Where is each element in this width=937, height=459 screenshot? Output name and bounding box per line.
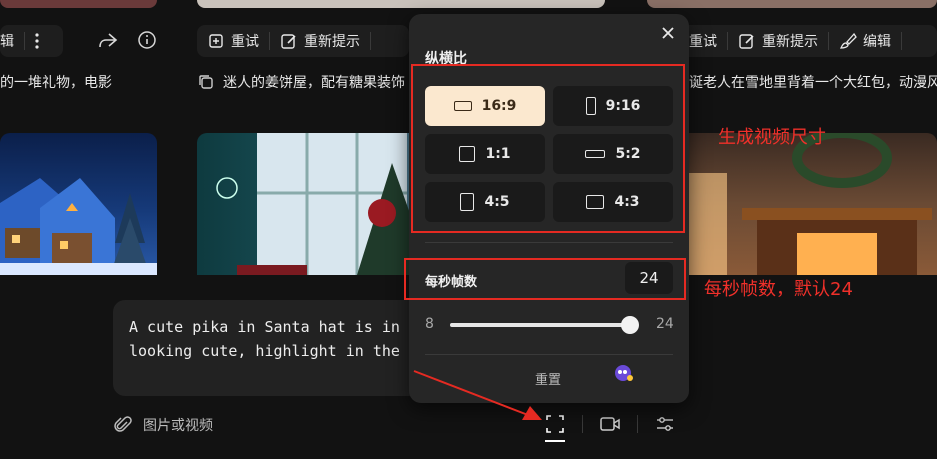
edit-icon — [738, 32, 756, 50]
tool-bar — [540, 411, 680, 437]
sliders-icon — [655, 415, 675, 433]
slider-min-label: 8 — [425, 316, 434, 332]
mid-card-caption: 迷人的姜饼屋，配有糖果装饰 — [197, 72, 405, 92]
mascot-icon — [612, 363, 634, 383]
close-button[interactable] — [657, 22, 679, 44]
left-card-image-top — [0, 0, 157, 8]
more-vertical-icon — [35, 33, 39, 49]
video-camera-icon — [599, 415, 621, 433]
fps-slider-thumb[interactable] — [621, 316, 639, 334]
snow-house-image[interactable] — [0, 133, 157, 275]
right-card-caption: 诞老人在雪地里背着一个大红包，动漫风 — [689, 75, 937, 91]
mid-card-image-top — [197, 0, 605, 8]
slider-max-label: 24 — [656, 316, 674, 332]
annotation-arrow — [413, 370, 542, 420]
left-card-actions: 辑 — [0, 25, 63, 57]
prompt-input[interactable]: A cute pika in Santa hat is in looking c… — [113, 300, 423, 396]
ratio-highlight-box — [411, 64, 685, 233]
right-reprompt-button[interactable]: 重新提示 — [728, 25, 828, 57]
right-card-actions: 重试 重新提示 编辑 — [667, 25, 937, 57]
share-icon[interactable] — [97, 30, 119, 50]
settings-button[interactable] — [650, 411, 680, 437]
left-card-caption: 的一堆礼物，电影 — [0, 75, 112, 91]
fps-slider-track[interactable] — [450, 323, 630, 327]
retry-button[interactable]: 重试 — [197, 25, 269, 57]
right-edit-button[interactable]: 编辑 — [829, 25, 901, 57]
video-button[interactable] — [595, 411, 625, 437]
fps-highlight-box — [404, 258, 686, 300]
reprompt-button[interactable]: 重新提示 — [270, 25, 370, 57]
close-icon — [661, 26, 675, 40]
fireplace-image[interactable] — [647, 133, 937, 275]
edit-button[interactable]: 辑 — [0, 25, 24, 57]
info-icon[interactable] — [137, 30, 157, 50]
retry-icon — [207, 32, 225, 50]
brush-icon — [839, 32, 857, 50]
paperclip-icon — [113, 415, 133, 435]
edit-icon — [280, 32, 298, 50]
right-card-image-top — [647, 0, 937, 8]
fps-annotation: 每秒帧数，默认24 — [704, 279, 853, 300]
copy-icon[interactable] — [197, 73, 215, 91]
attach-media-button[interactable]: 图片或视频 — [113, 415, 213, 435]
ratio-annotation: 生成视频尺寸 — [718, 127, 826, 148]
mid-card-actions: 重试 重新提示 — [197, 25, 409, 57]
active-tool-indicator — [545, 440, 565, 442]
fps-slider-fill — [450, 323, 630, 327]
more-button[interactable] — [25, 25, 49, 57]
